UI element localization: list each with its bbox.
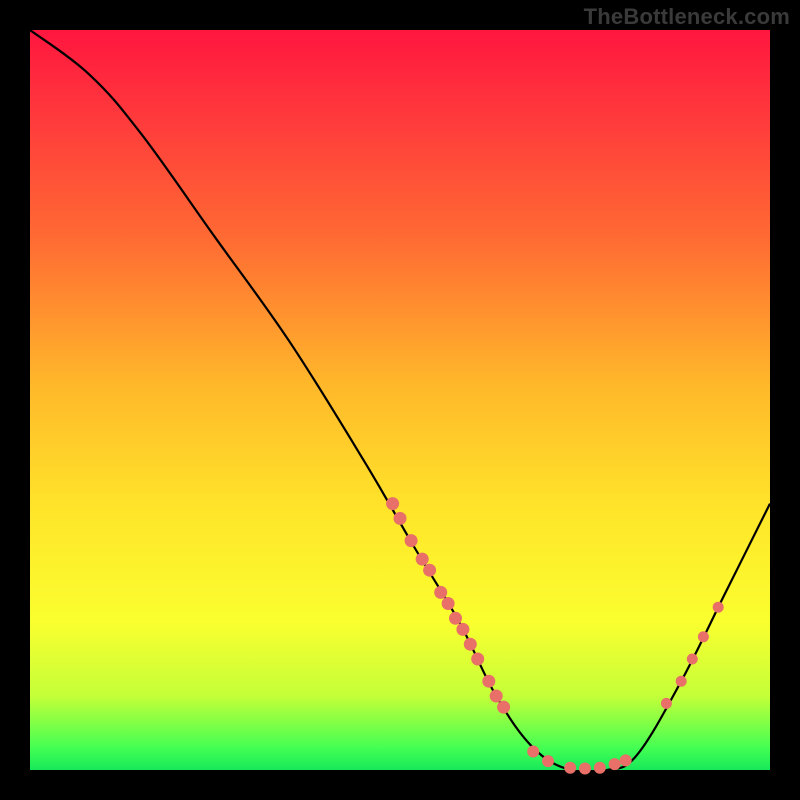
data-point [434, 586, 447, 599]
data-point [698, 631, 709, 642]
data-point [564, 762, 576, 774]
watermark-text: TheBottleneck.com [584, 4, 790, 30]
data-point [449, 612, 462, 625]
data-point [442, 597, 455, 610]
chart-frame: TheBottleneck.com [0, 0, 800, 800]
data-point [482, 675, 495, 688]
data-point [423, 564, 436, 577]
data-point [579, 763, 591, 775]
curve-layer [30, 30, 770, 770]
data-point [405, 534, 418, 547]
data-point [661, 698, 672, 709]
data-point [386, 497, 399, 510]
data-point [687, 654, 698, 665]
data-point [527, 746, 539, 758]
data-point [471, 653, 484, 666]
data-point [676, 676, 687, 687]
data-point [490, 690, 503, 703]
data-point [594, 762, 606, 774]
data-point [609, 758, 621, 770]
data-point [542, 755, 554, 767]
data-point [464, 638, 477, 651]
bottleneck-curve [30, 30, 770, 773]
data-point [620, 754, 632, 766]
data-points [386, 497, 724, 774]
data-point [497, 701, 510, 714]
data-point [394, 512, 407, 525]
plot-area [30, 30, 770, 770]
data-point [713, 602, 724, 613]
data-point [456, 623, 469, 636]
data-point [416, 553, 429, 566]
